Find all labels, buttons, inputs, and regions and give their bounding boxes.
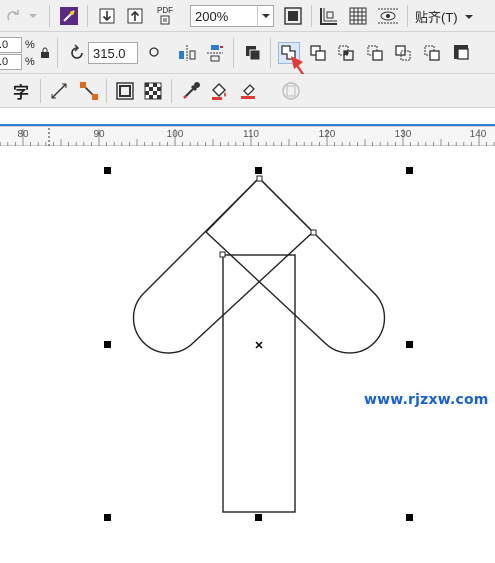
selection-handle[interactable] <box>406 167 413 174</box>
ruler-label: 80 <box>17 129 29 140</box>
selection-handle[interactable] <box>406 514 413 521</box>
scale-height-input[interactable]: .0 <box>0 54 22 70</box>
selection-handle[interactable] <box>104 341 111 348</box>
corel-launcher-icon[interactable] <box>58 5 80 27</box>
eraser-fill-icon[interactable] <box>237 80 259 102</box>
export-icon[interactable] <box>124 5 146 27</box>
selection-handle[interactable] <box>104 514 111 521</box>
node-handle[interactable] <box>256 175 263 182</box>
mirror-vertical-icon[interactable] <box>204 42 226 64</box>
center-marker-icon <box>255 341 263 349</box>
separator <box>270 38 271 68</box>
dimension-tool-icon[interactable] <box>48 80 70 102</box>
standard-toolbar: PDF 200% 贴齐(T) <box>0 0 495 32</box>
selection-handle[interactable] <box>406 341 413 348</box>
combine-icon[interactable] <box>242 42 264 64</box>
back-minus-front-icon[interactable] <box>421 42 443 64</box>
redo-dropdown-icon[interactable] <box>26 5 40 27</box>
ruler-label: 120 <box>318 129 336 140</box>
chevron-down-icon[interactable] <box>257 6 273 26</box>
scale-width-input[interactable]: .0 <box>0 37 22 53</box>
frame-icon[interactable] <box>114 80 136 102</box>
front-minus-back-icon[interactable] <box>392 42 414 64</box>
import-icon[interactable] <box>96 5 118 27</box>
transparency-tool-icon[interactable] <box>142 80 164 102</box>
separator <box>40 79 41 103</box>
separator <box>57 38 58 68</box>
separator <box>49 5 50 27</box>
separator <box>407 5 408 27</box>
percent-label: % <box>25 39 35 51</box>
show-guidelines-icon[interactable] <box>375 5 401 27</box>
create-boundary-icon[interactable] <box>451 42 473 64</box>
selection-handle[interactable] <box>255 167 262 174</box>
show-rulers-icon[interactable] <box>318 5 340 27</box>
separator <box>311 5 312 27</box>
node-handle[interactable] <box>219 251 226 258</box>
zoom-value: 200% <box>195 8 229 24</box>
snap-to-menu[interactable]: 贴齐(T) <box>415 7 474 26</box>
text-tool-button[interactable]: 字 <box>10 80 32 102</box>
ruler-label: 90 <box>93 129 105 140</box>
percent-label: % <box>25 56 35 68</box>
text-tool-label: 字 <box>12 85 29 102</box>
tool-property-bar: 字 <box>0 74 495 108</box>
shape-top-edge <box>205 177 314 233</box>
ruler-label: 110 <box>243 129 259 140</box>
ruler-label: 100 <box>166 129 184 140</box>
watermark-text: www.rjzxw.com <box>364 392 489 408</box>
drawing-area <box>104 167 413 521</box>
ruler-label: 130 <box>394 129 412 140</box>
chevron-down-icon <box>464 14 473 19</box>
publish-pdf-button[interactable]: PDF <box>152 4 178 26</box>
pdf-icon <box>160 15 170 24</box>
full-screen-icon[interactable] <box>282 5 304 27</box>
scale-width-value: .0 <box>0 39 9 51</box>
fill-bucket-icon[interactable] <box>208 80 230 102</box>
rotation-icon <box>66 42 88 64</box>
snap-to-label: 贴齐(T) <box>415 10 458 25</box>
ruler-label: 140 <box>469 129 487 140</box>
separator <box>233 38 234 68</box>
selection-handle[interactable] <box>255 514 262 521</box>
eyedropper-icon[interactable] <box>180 80 202 102</box>
show-grid-icon[interactable] <box>347 5 369 27</box>
node-handle[interactable] <box>310 229 317 236</box>
connector-tool-icon[interactable] <box>78 80 100 102</box>
intersect-icon[interactable] <box>335 42 357 64</box>
drawing-canvas[interactable] <box>0 146 495 560</box>
rotation-angle-input[interactable]: 315.0 <box>88 42 138 64</box>
selection-handle[interactable] <box>104 167 111 174</box>
redo-icon[interactable] <box>2 5 24 27</box>
copy-properties-icon[interactable] <box>280 80 302 102</box>
property-bar: .0 % .0 % 315.0 <box>0 32 495 74</box>
vertical-rectangle[interactable] <box>222 254 296 513</box>
simplify-icon[interactable] <box>364 42 386 64</box>
rotation-angle-value: 315.0 <box>93 45 126 61</box>
separator <box>171 79 172 103</box>
zoom-level-select[interactable]: 200% <box>190 5 274 27</box>
separator <box>87 5 88 27</box>
degree-icon <box>143 42 165 64</box>
scale-height-value: .0 <box>0 56 9 68</box>
separator <box>106 79 107 103</box>
pdf-label: PDF <box>157 5 173 15</box>
lock-ratio-icon[interactable] <box>38 42 52 64</box>
mirror-horizontal-icon[interactable] <box>176 42 198 64</box>
horizontal-ruler[interactable]: 80 90 100 110 120 130 140 <box>0 126 495 146</box>
